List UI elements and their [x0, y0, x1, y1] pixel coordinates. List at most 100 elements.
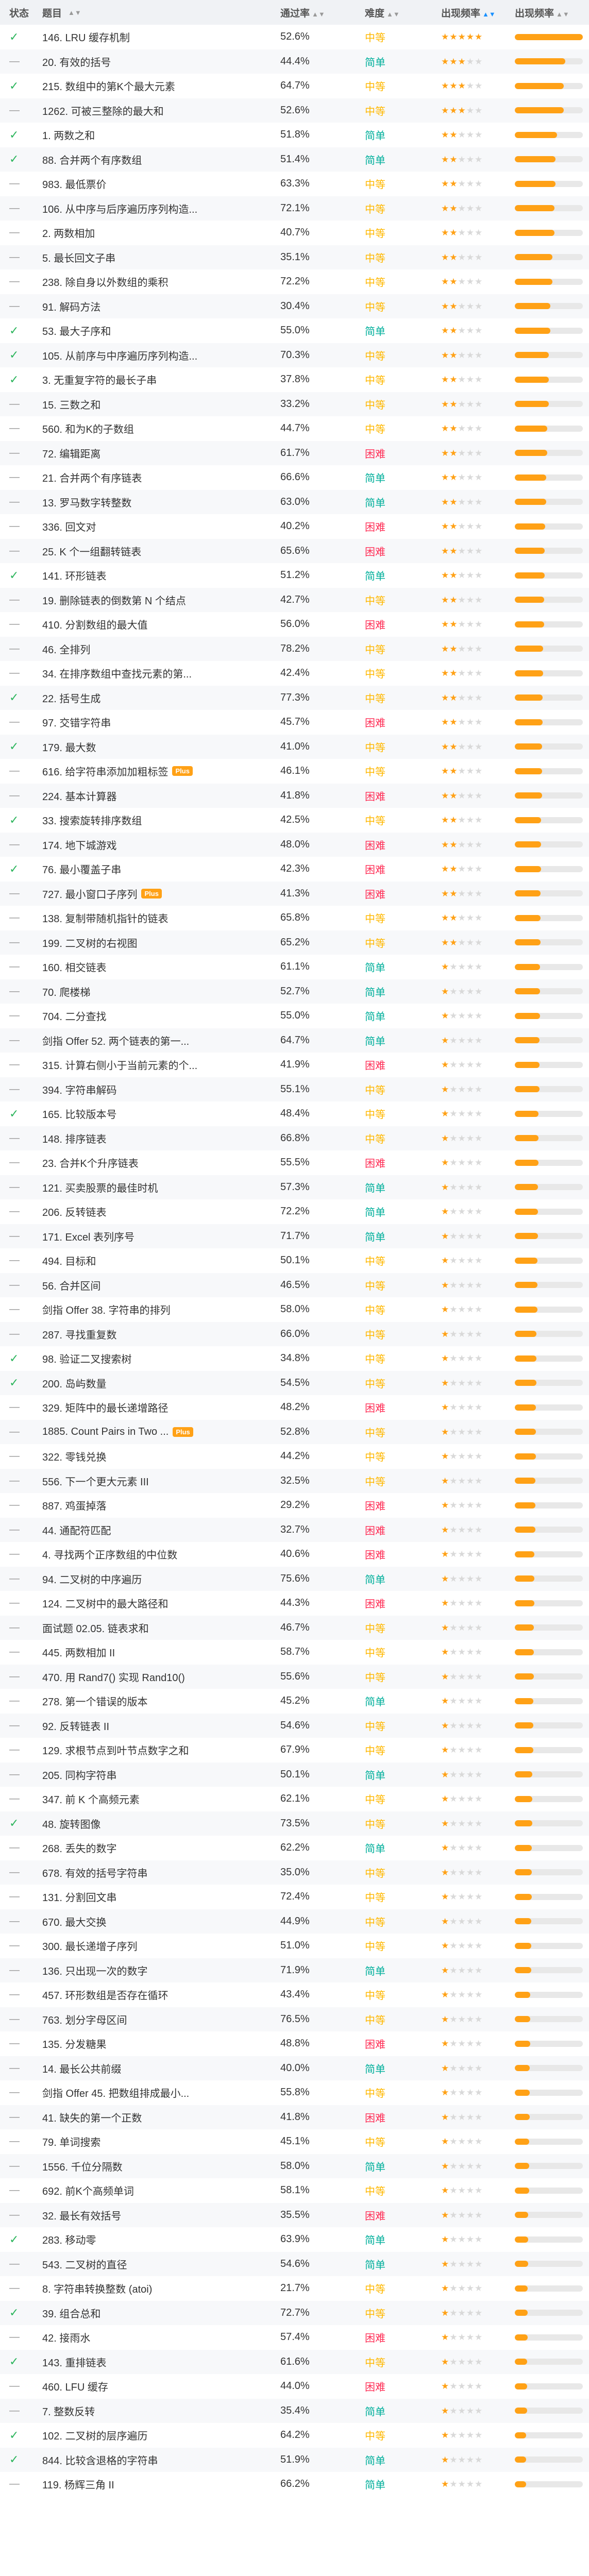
table-row[interactable]: —199. 二叉树的右视图 65.2% 中等 ★★★★★ — [0, 930, 589, 955]
table-row[interactable]: —148. 排序链表 66.8% 中等 ★★★★★ — [0, 1126, 589, 1150]
problem-title-link[interactable]: 20. 有效的括号 — [42, 54, 111, 69]
problem-title-link[interactable]: 670. 最大交换 — [42, 1914, 106, 1929]
table-row[interactable]: —136. 只出现一次的数字 71.9% 简单 ★★★★★ — [0, 1958, 589, 1982]
table-row[interactable]: ✓ 283. 移动零 63.9% 简单 ★★★★★ — [0, 2227, 589, 2252]
problem-title-link[interactable]: 56. 合并区间 — [42, 1278, 100, 1293]
problem-title-link[interactable]: 41. 缺失的第一个正数 — [42, 2110, 142, 2125]
table-row[interactable]: ✓ 200. 岛屿数量 54.5% 中等 ★★★★★ — [0, 1370, 589, 1395]
problem-title-link[interactable]: 106. 从中序与后序遍历序列构造... — [42, 201, 197, 216]
table-row[interactable]: —124. 二叉树中的最大路径和 44.3% 困难 ★★★★★ — [0, 1591, 589, 1616]
problem-title-link[interactable]: 97. 交错字符串 — [42, 715, 111, 730]
table-row[interactable]: —91. 解码方法 30.4% 中等 ★★★★★ — [0, 294, 589, 318]
table-row[interactable]: —19. 删除链表的倒数第 N 个结点 42.7% 中等 ★★★★★ — [0, 587, 589, 612]
problem-title-link[interactable]: 171. Excel 表列序号 — [42, 1229, 134, 1244]
table-row[interactable]: — 剑指 Offer 38. 字符串的排列 58.0% 中等 ★★★★★ — [0, 1297, 589, 1322]
difficulty-column-header[interactable]: 难度 ▲▼ — [361, 6, 439, 20]
problem-title-link[interactable]: 105. 从前序与中序遍历序列构造... — [42, 348, 197, 363]
table-row[interactable]: ✓ 215. 数组中的第K个最大元素 64.7% 中等 ★★★★★ — [0, 74, 589, 98]
sort-icon[interactable]: ▲▼ — [312, 10, 325, 18]
table-row[interactable]: —347. 前 K 个高频元素 62.1% 中等 ★★★★★ — [0, 1787, 589, 1811]
problem-title-link[interactable]: 460. LFU 缓存 — [42, 2379, 108, 2394]
problem-title-link[interactable]: 238. 除自身以外数组的乘积 — [42, 274, 168, 289]
problem-title-link[interactable]: 887. 鸡蛋掉落 — [42, 1498, 106, 1513]
table-row[interactable]: —2. 两数相加 40.7% 中等 ★★★★★ — [0, 221, 589, 245]
table-row[interactable]: —92. 反转链表 II 54.6% 中等 ★★★★★ — [0, 1713, 589, 1738]
problem-title-link[interactable]: 278. 第一个错误的版本 — [42, 1693, 147, 1708]
table-row[interactable]: —131. 分割回文串 72.4% 中等 ★★★★★ — [0, 1885, 589, 1909]
status-column-header[interactable]: 状态 — [0, 6, 36, 20]
problem-title-link[interactable]: 410. 分割数组的最大值 — [42, 617, 147, 632]
table-row[interactable]: —238. 除自身以外数组的乘积 72.2% 中等 ★★★★★ — [0, 269, 589, 294]
sort-icon[interactable]: ▲▼ — [482, 10, 496, 18]
table-row[interactable]: —494. 目标和 50.1% 中等 ★★★★★ — [0, 1248, 589, 1273]
problem-title-link[interactable]: 143. 重排链表 — [42, 2354, 106, 2369]
table-row[interactable]: —79. 单词搜索 45.1% 中等 ★★★★★ — [0, 2129, 589, 2154]
problem-title-link[interactable]: 141. 环形链表 — [42, 568, 106, 583]
table-row[interactable]: —336. 回文对 40.2% 困难 ★★★★★ — [0, 514, 589, 539]
problem-title-link[interactable]: 53. 最大子序和 — [42, 323, 111, 338]
problem-title-link[interactable]: 347. 前 K 个高频元素 — [42, 1791, 140, 1806]
table-row[interactable]: —42. 接雨水 57.4% 困难 ★★★★★ — [0, 2325, 589, 2350]
problem-title-link[interactable]: 560. 和为K的子数组 — [42, 421, 134, 436]
table-row[interactable]: —138. 复制带随机指针的链表 65.8% 中等 ★★★★★ — [0, 906, 589, 930]
title-column-header[interactable]: 题目 ▲▼ — [36, 6, 277, 20]
table-row[interactable]: —457. 环形数组是否存在循环 43.4% 中等 ★★★★★ — [0, 1982, 589, 2007]
problem-title-link[interactable]: 8. 字符串转换整数 (atoi) — [42, 2281, 152, 2296]
table-row[interactable]: ✓ 22. 括号生成 77.3% 中等 ★★★★★ — [0, 685, 589, 710]
table-row[interactable]: — 面试题 02.05. 链表求和 46.7% 中等 ★★★★★ — [0, 1615, 589, 1640]
problem-title-link[interactable]: 763. 划分字母区间 — [42, 2012, 127, 2027]
table-row[interactable]: —4. 寻找两个正序数组的中位数 40.6% 困难 ★★★★★ — [0, 1542, 589, 1567]
table-row[interactable]: —21. 合并两个有序链表 66.6% 简单 ★★★★★ — [0, 465, 589, 490]
problem-title-link[interactable]: 剑指 Offer 38. 字符串的排列 — [42, 1302, 171, 1317]
problem-title-link[interactable]: 727. 最小窗口子序列 — [42, 886, 137, 901]
problem-title-link[interactable]: 15. 三数之和 — [42, 397, 100, 412]
table-row[interactable]: ✓ 179. 最大数 41.0% 中等 ★★★★★ — [0, 734, 589, 759]
table-row[interactable]: —287. 寻找重复数 66.0% 中等 ★★★★★ — [0, 1321, 589, 1346]
problem-title-link[interactable]: 131. 分割回文串 — [42, 1889, 116, 1904]
rate-column-header[interactable]: 通过率 ▲▼ — [277, 6, 361, 20]
table-row[interactable]: —20. 有效的括号 44.4% 简单 ★★★★★ — [0, 49, 589, 74]
problem-title-link[interactable]: 88. 合并两个有序数组 — [42, 152, 142, 167]
problem-title-link[interactable]: 119. 杨辉三角 II — [42, 2477, 114, 2492]
problem-title-link[interactable]: 1262. 可被三整除的最大和 — [42, 103, 164, 118]
problem-title-link[interactable]: 面试题 02.05. 链表求和 — [42, 1620, 149, 1635]
problem-title-link[interactable]: 46. 全排列 — [42, 641, 90, 656]
table-row[interactable]: —410. 分割数组的最大值 56.0% 困难 ★★★★★ — [0, 612, 589, 637]
table-row[interactable]: —41. 缺失的第一个正数 41.8% 困难 ★★★★★ — [0, 2105, 589, 2129]
problem-title-link[interactable]: 315. 计算右侧小于当前元素的个... — [42, 1057, 197, 1072]
problem-title-link[interactable]: 268. 丢失的数字 — [42, 1840, 116, 1855]
problem-title-link[interactable]: 23. 合并K个升序链表 — [42, 1155, 139, 1170]
problem-title-link[interactable]: 678. 有效的括号字符串 — [42, 1865, 147, 1880]
table-row[interactable]: —322. 零钱兑换 44.2% 中等 ★★★★★ — [0, 1444, 589, 1469]
problem-title-link[interactable]: 91. 解码方法 — [42, 299, 100, 314]
problem-title-link[interactable]: 42. 接雨水 — [42, 2330, 90, 2345]
table-row[interactable]: —300. 最长递增子序列 51.0% 中等 ★★★★★ — [0, 1934, 589, 1958]
table-row[interactable]: —1262. 可被三整除的最大和 52.6% 中等 ★★★★★ — [0, 98, 589, 123]
problem-title-link[interactable]: 92. 反转链表 II — [42, 1718, 109, 1733]
problem-title-link[interactable]: 102. 二叉树的层序遍历 — [42, 2428, 147, 2443]
table-row[interactable]: —97. 交错字符串 45.7% 困难 ★★★★★ — [0, 710, 589, 735]
problem-title-link[interactable]: 174. 地下城游戏 — [42, 837, 116, 852]
frequency-column-header[interactable]: 出现频率 ▲▼ — [439, 6, 513, 20]
table-row[interactable]: —278. 第一个错误的版本 45.2% 简单 ★★★★★ — [0, 1689, 589, 1714]
problem-title-link[interactable]: 14. 最长公共前缀 — [42, 2061, 121, 2076]
problem-title-link[interactable]: 22. 括号生成 — [42, 690, 100, 705]
problem-title-link[interactable]: 336. 回文对 — [42, 519, 96, 534]
sort-icon[interactable]: ▲▼ — [556, 10, 569, 18]
problem-title-link[interactable]: 33. 搜索旋转排序数组 — [42, 812, 142, 827]
problem-title-link[interactable]: 94. 二叉树的中序遍历 — [42, 1571, 142, 1586]
table-row[interactable]: —205. 同构字符串 50.1% 简单 ★★★★★ — [0, 1762, 589, 1787]
table-row[interactable]: —46. 全排列 78.2% 中等 ★★★★★ — [0, 636, 589, 661]
table-row[interactable]: —72. 编辑距离 61.7% 困难 ★★★★★ — [0, 440, 589, 465]
table-row[interactable]: —70. 爬楼梯 52.7% 简单 ★★★★★ — [0, 979, 589, 1004]
problem-title-link[interactable]: 76. 最小覆盖子串 — [42, 861, 121, 876]
table-row[interactable]: ✓ 165. 比较版本号 48.4% 中等 ★★★★★ — [0, 1101, 589, 1126]
problem-title-link[interactable]: 1. 两数之和 — [42, 127, 95, 142]
table-row[interactable]: ✓ 53. 最大子序和 55.0% 简单 ★★★★★ — [0, 318, 589, 343]
problem-title-link[interactable]: 556. 下一个更大元素 III — [42, 1473, 149, 1488]
table-row[interactable]: —44. 通配符匹配 32.7% 困难 ★★★★★ — [0, 1517, 589, 1542]
problem-title-link[interactable]: 136. 只出现一次的数字 — [42, 1963, 147, 1978]
problem-title-link[interactable]: 543. 二叉树的直径 — [42, 2257, 127, 2272]
problem-title-link[interactable]: 129. 求根节点到叶节点数字之和 — [42, 1742, 189, 1757]
table-row[interactable]: ✓ 98. 验证二叉搜索树 34.8% 中等 ★★★★★ — [0, 1346, 589, 1371]
